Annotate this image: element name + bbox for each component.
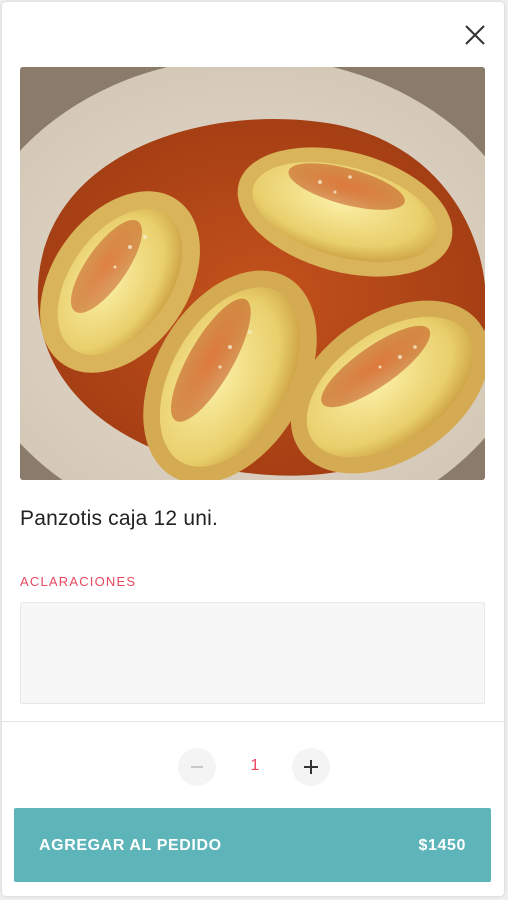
product-modal: Panzotis caja 12 uni. ACLARACIONES 1 AGR… — [2, 2, 504, 896]
quantity-stepper: 1 — [178, 748, 334, 786]
add-to-order-label: AGREGAR AL PEDIDO — [39, 837, 222, 854]
notes-field[interactable] — [20, 602, 485, 704]
plus-icon — [304, 760, 318, 774]
close-icon — [465, 25, 485, 45]
divider — [2, 721, 504, 722]
order-price: $1450 — [418, 837, 466, 854]
increase-quantity-button[interactable] — [292, 748, 330, 786]
product-title: Panzotis caja 12 uni. — [20, 507, 218, 530]
quantity-value: 1 — [250, 757, 260, 774]
add-to-order-button[interactable]: AGREGAR AL PEDIDO $1450 — [14, 808, 491, 882]
decrease-quantity-button[interactable] — [178, 748, 216, 786]
close-button[interactable] — [460, 20, 490, 50]
product-photo — [20, 67, 485, 480]
notes-label: ACLARACIONES — [20, 574, 137, 589]
minus-icon — [191, 766, 203, 768]
